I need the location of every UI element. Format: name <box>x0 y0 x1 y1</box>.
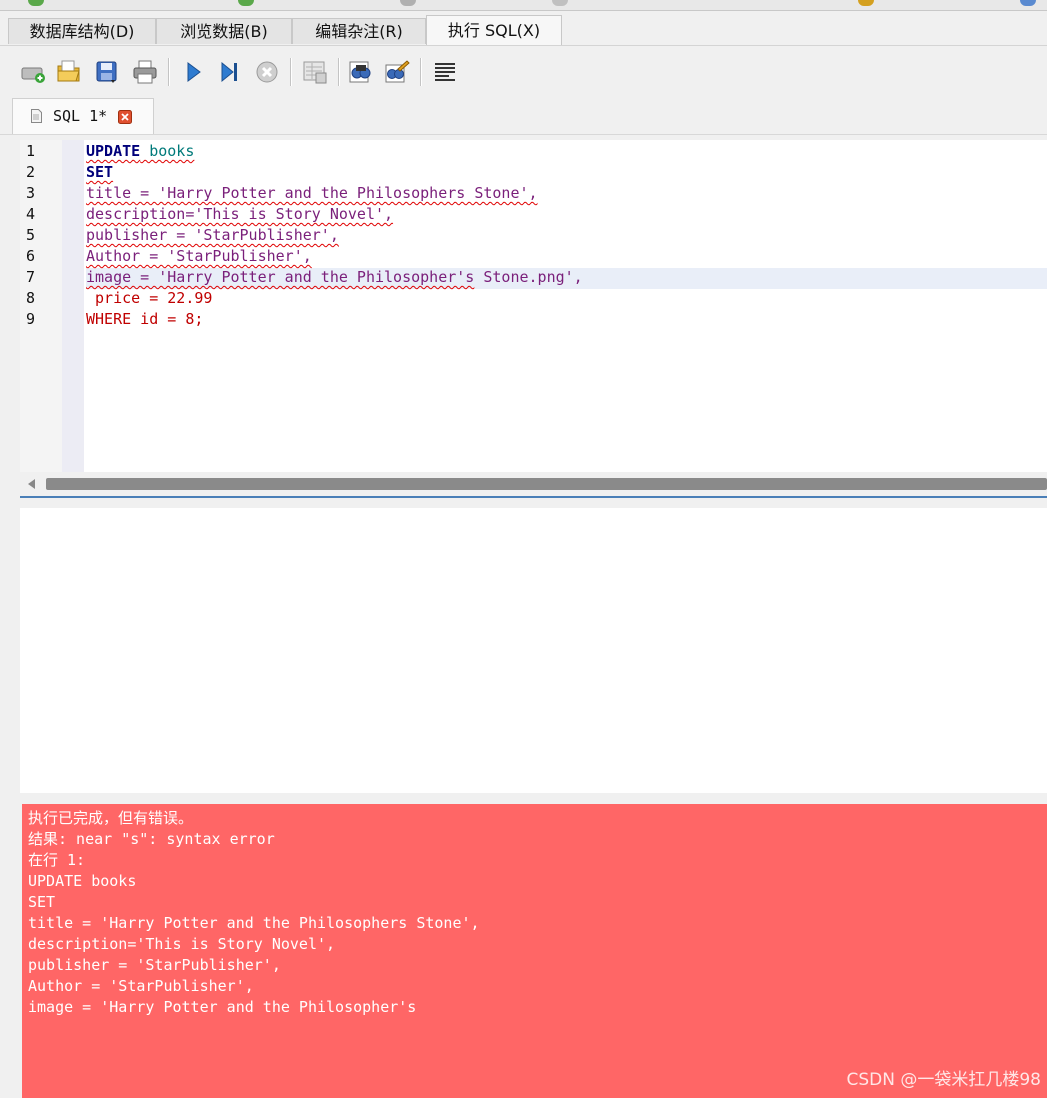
stop-execution-icon[interactable] <box>254 59 280 85</box>
open-tab-icon[interactable] <box>20 59 46 85</box>
editor-horizontal-scrollbar[interactable] <box>20 474 1047 494</box>
window-top-strip <box>0 0 1047 11</box>
code-text: title = 'Harry Potter and the Philosophe… <box>86 184 538 202</box>
watermark: CSDN @一袋米扛几楼98 <box>846 1070 1041 1090</box>
code-line-5: publisher = 'StarPublisher', <box>86 225 339 246</box>
error-result: 结果: near "s": syntax error <box>28 830 275 848</box>
code-line-4: description='This is Story Novel', <box>86 204 393 225</box>
error-sql-line: image = 'Harry Potter and the Philosophe… <box>28 998 417 1016</box>
toolbar-separator <box>338 58 340 86</box>
error-sql-line: title = 'Harry Potter and the Philosophe… <box>28 914 480 932</box>
line-number: 4 <box>26 205 36 223</box>
code-text: publisher = 'StarPublisher', <box>86 226 339 244</box>
execution-status: 执行已完成，但有错误。 <box>28 809 194 827</box>
line-number-gutter: 1 2 3 4 5 6 7 8 9 <box>20 140 62 472</box>
code-text: price = 22.99 <box>86 289 213 307</box>
toolbar-separator <box>420 58 422 86</box>
scrollbar-thumb[interactable] <box>46 478 1047 490</box>
code-area[interactable]: UPDATE books SET title = 'Harry Potter a… <box>86 140 1047 472</box>
results-grid[interactable] <box>20 508 1047 793</box>
close-tab-icon[interactable] <box>118 110 132 124</box>
code-line-6: Author = 'StarPublisher', <box>86 246 312 267</box>
open-sql-file-icon[interactable] <box>56 59 82 85</box>
document-icon <box>31 109 42 123</box>
tab-execute-sql[interactable]: 执行 SQL(X) <box>426 15 562 45</box>
toolbar-separator <box>290 58 292 86</box>
yellow-icon <box>858 0 874 6</box>
sql-editor[interactable]: 1 2 3 4 5 6 7 8 9 UPDATE books SET title… <box>20 140 1047 472</box>
table-name: books <box>140 142 195 160</box>
code-text: image = 'Harry Potter and the Philosophe… <box>86 268 475 286</box>
code-line-7: image = 'Harry Potter and the Philosophe… <box>86 267 583 288</box>
line-number: 6 <box>26 247 36 265</box>
save-results-icon[interactable] <box>302 59 328 85</box>
keyword-update: UPDATE <box>86 142 141 160</box>
grey-icon <box>400 0 416 6</box>
fold-margin <box>62 140 84 472</box>
toolbar-separator <box>168 58 170 86</box>
line-number: 8 <box>26 289 36 307</box>
line-number: 7 <box>26 268 36 286</box>
execute-current-line-icon[interactable] <box>216 59 242 85</box>
tab-browse-data[interactable]: 浏览数据(B) <box>156 18 292 44</box>
code-text: description='This is Story Novel', <box>86 205 394 223</box>
code-line-3: title = 'Harry Potter and the Philosophe… <box>86 183 538 204</box>
sql-toolbar <box>0 46 1047 98</box>
error-sql-line: description='This is Story Novel', <box>28 935 336 953</box>
tab-database-structure[interactable]: 数据库结构(D) <box>8 18 156 44</box>
print-icon[interactable] <box>132 59 158 85</box>
sql-editor-tab-strip: SQL 1* <box>0 98 1047 135</box>
error-message-pane: 执行已完成，但有错误。 结果: near "s": syntax error 在… <box>22 804 1047 1098</box>
find-icon[interactable] <box>348 59 374 85</box>
error-sql-line: UPDATE books <box>28 872 137 890</box>
line-number: 3 <box>26 184 36 202</box>
pane-splitter[interactable] <box>20 496 1047 498</box>
green-icon <box>28 0 44 6</box>
error-line: 在行 1: <box>28 851 86 869</box>
code-text: Author = 'StarPublisher', <box>86 247 312 265</box>
error-sql-line: Author = 'StarPublisher', <box>28 977 254 995</box>
scroll-left-icon[interactable] <box>28 479 35 489</box>
code-text: Stone.png', <box>474 268 583 286</box>
error-sql-line: SET <box>28 893 56 911</box>
line-number: 1 <box>26 142 36 160</box>
code-line-1: UPDATE books <box>86 141 194 162</box>
comment-lines-icon[interactable] <box>432 59 458 85</box>
code-line-2: SET <box>86 162 113 183</box>
green-icon <box>238 0 254 6</box>
line-number: 9 <box>26 310 36 328</box>
find-replace-icon[interactable] <box>384 59 410 85</box>
blue-icon <box>1020 0 1036 6</box>
code-line-9: WHERE id = 8; <box>86 309 203 330</box>
tab-edit-pragmas[interactable]: 编辑杂注(R) <box>292 18 426 44</box>
error-sql-line: publisher = 'StarPublisher', <box>28 956 281 974</box>
keyword-set: SET <box>86 163 114 181</box>
sql-tab-label: SQL 1* <box>53 107 108 125</box>
line-number: 2 <box>26 163 36 181</box>
sql-editor-tab[interactable]: SQL 1* <box>12 98 154 134</box>
code-text: WHERE id = 8; <box>86 310 204 328</box>
grey-icon <box>552 0 568 6</box>
code-line-8: price = 22.99 <box>86 288 212 309</box>
line-number: 5 <box>26 226 36 244</box>
save-sql-file-icon[interactable] <box>94 59 120 85</box>
execute-all-icon[interactable] <box>180 59 206 85</box>
main-tab-bar: 数据库结构(D) 浏览数据(B) 编辑杂注(R) 执行 SQL(X) <box>0 11 1047 46</box>
